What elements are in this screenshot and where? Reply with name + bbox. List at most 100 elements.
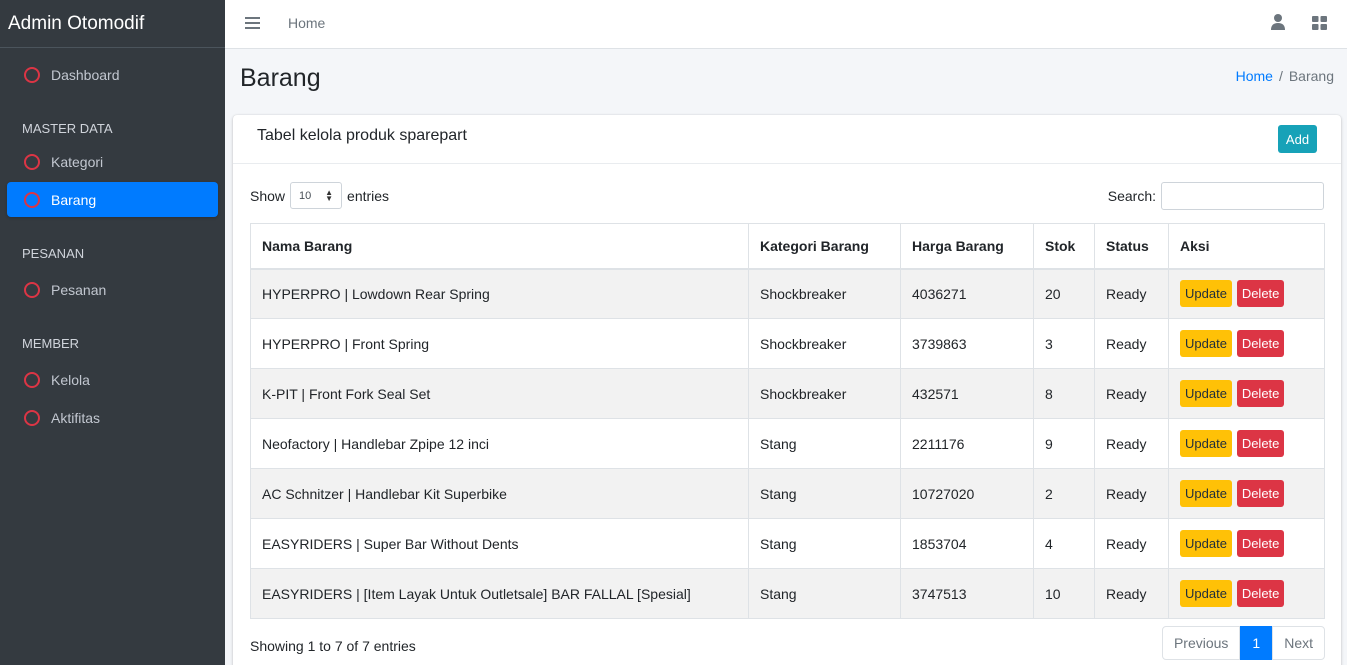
circle-icon: [24, 281, 40, 298]
sidebar-item-pesanan[interactable]: Pesanan: [7, 272, 218, 307]
circle-icon: [24, 371, 40, 388]
cell-aksi: Update Delete: [1168, 568, 1325, 619]
cell-harga: 4036271: [900, 268, 1034, 319]
cell-stok: 9: [1033, 418, 1095, 469]
delete-button[interactable]: Delete: [1236, 530, 1285, 557]
delete-button[interactable]: Delete: [1236, 380, 1285, 407]
cell-harga: 1853704: [900, 518, 1034, 569]
cell-nama: K-PIT | Front Fork Seal Set: [250, 368, 749, 419]
brand-title[interactable]: Admin Otomodif: [0, 0, 225, 48]
next-button[interactable]: Next: [1272, 626, 1325, 660]
cell-status: Ready: [1094, 468, 1169, 519]
breadcrumb-separator: /: [1278, 68, 1283, 84]
table-row: HYPERPRO | Lowdown Rear Spring Shockbreak…: [250, 268, 1325, 319]
circle-icon: [24, 409, 40, 426]
delete-button[interactable]: Delete: [1236, 330, 1285, 357]
sidebar-nav: Dashboard MASTER DATA Kategori Barang PE…: [0, 48, 225, 435]
entries-label: entries: [347, 187, 390, 204]
update-button[interactable]: Update: [1180, 530, 1232, 557]
cell-kategori: Stang: [748, 518, 901, 569]
select-arrows-icon: ▲ ▼: [325, 188, 334, 203]
cell-stok: 3: [1033, 318, 1095, 369]
cell-stok: 10: [1033, 568, 1095, 619]
update-button[interactable]: Update: [1180, 430, 1232, 457]
sidebar-item-label: Barang: [51, 191, 97, 208]
table-header-row: Nama Barang Kategori Barang Harga Barang…: [250, 223, 1325, 270]
search-input[interactable]: [1161, 182, 1324, 210]
table-row: HYPERPRO | Front Spring Shockbreaker 37398…: [250, 318, 1325, 369]
delete-button[interactable]: Delete: [1236, 580, 1285, 607]
add-button[interactable]: Add: [1278, 125, 1317, 153]
breadcrumb: Home / Barang: [1236, 68, 1334, 84]
sidebar-item-label: Kelola: [51, 371, 90, 388]
page-1-button[interactable]: 1: [1240, 626, 1273, 660]
update-button[interactable]: Update: [1180, 380, 1232, 407]
table-row: EASYRIDERS | Super Bar Without Dents Stan…: [250, 518, 1325, 569]
column-header-harga[interactable]: Harga Barang: [900, 223, 1034, 270]
grid-icon[interactable]: [1312, 16, 1327, 30]
delete-button[interactable]: Delete: [1236, 480, 1285, 507]
column-header-aksi: Aksi: [1168, 223, 1325, 270]
delete-button[interactable]: Delete: [1236, 430, 1285, 457]
sidebar-item-kelola[interactable]: Kelola: [7, 362, 218, 397]
cell-status: Ready: [1094, 318, 1169, 369]
entries-select[interactable]: 10 ▲ ▼: [290, 182, 343, 209]
sidebar-item-barang[interactable]: Barang: [7, 182, 218, 217]
column-header-status[interactable]: Status: [1094, 223, 1169, 270]
nav-home-link[interactable]: Home: [288, 15, 325, 31]
cell-harga: 3739863: [900, 318, 1034, 369]
menu-toggle-icon[interactable]: [245, 14, 260, 30]
table-info: Showing 1 to 7 of 7 entries: [250, 638, 416, 654]
breadcrumb-home-link[interactable]: Home: [1236, 68, 1273, 84]
cell-aksi: Update Delete: [1168, 268, 1325, 319]
circle-icon: [24, 191, 40, 208]
cell-stok: 20: [1033, 268, 1095, 319]
cell-aksi: Update Delete: [1168, 368, 1325, 419]
cell-kategori: Stang: [748, 568, 901, 619]
cell-nama: AC Schnitzer | Handlebar Kit Superbike: [250, 468, 749, 519]
cell-status: Ready: [1094, 268, 1169, 319]
card-title: Tabel kelola produk sparepart: [257, 127, 467, 144]
page-title: Barang: [240, 64, 321, 92]
table-row: K-PIT | Front Fork Seal Set Shockbreaker 4…: [250, 368, 1325, 419]
column-header-nama[interactable]: Nama Barang: [250, 223, 749, 270]
cell-stok: 2: [1033, 468, 1095, 519]
nav-header-master-data: MASTER DATA: [22, 121, 113, 136]
previous-button[interactable]: Previous: [1161, 626, 1241, 660]
circle-icon: [24, 153, 40, 170]
table-row: Neofactory | Handlebar Zpipe 12 inci Stan…: [250, 418, 1325, 469]
update-button[interactable]: Update: [1180, 580, 1232, 607]
show-label: Show: [250, 187, 286, 204]
card-header: Tabel kelola produk sparepart Add: [233, 115, 1341, 164]
cell-harga: 432571: [900, 368, 1034, 419]
sidebar-item-aktifitas[interactable]: Aktifitas: [7, 400, 218, 435]
sidebar-item-label: Kategori: [51, 153, 104, 170]
update-button[interactable]: Update: [1180, 330, 1232, 357]
cell-status: Ready: [1094, 518, 1169, 569]
cell-kategori: Stang: [748, 418, 901, 469]
delete-button[interactable]: Delete: [1236, 280, 1285, 308]
cell-kategori: Shockbreaker: [748, 368, 901, 419]
table-row: EASYRIDERS | [Item Layak Untuk Outletsal…: [250, 568, 1325, 619]
user-icon[interactable]: [1271, 13, 1285, 31]
entries-select-value: 10: [299, 189, 312, 202]
top-navbar: Home: [225, 0, 1347, 49]
circle-icon: [24, 66, 40, 83]
sidebar-item-dashboard[interactable]: Dashboard: [7, 57, 218, 92]
cell-nama: EASYRIDERS | [Item Layak Untuk Outletsal…: [250, 568, 749, 619]
sidebar-item-label: Dashboard: [51, 66, 120, 83]
cell-kategori: Shockbreaker: [748, 268, 901, 319]
sidebar-item-kategori[interactable]: Kategori: [7, 144, 218, 179]
cell-nama: EASYRIDERS | Super Bar Without Dents: [250, 518, 749, 569]
column-header-kategori[interactable]: Kategori Barang: [748, 223, 901, 270]
entries-length-control: Show 10 ▲ ▼ entries: [250, 182, 389, 209]
column-header-stok[interactable]: Stok: [1033, 223, 1095, 270]
update-button[interactable]: Update: [1180, 280, 1232, 308]
cell-harga: 2211176: [900, 418, 1034, 469]
cell-nama: HYPERPRO | Lowdown Rear Spring: [250, 268, 749, 319]
cell-status: Ready: [1094, 368, 1169, 419]
update-button[interactable]: Update: [1180, 480, 1232, 507]
cell-harga: 3747513: [900, 568, 1034, 619]
cell-status: Ready: [1094, 568, 1169, 619]
cell-aksi: Update Delete: [1168, 468, 1325, 519]
